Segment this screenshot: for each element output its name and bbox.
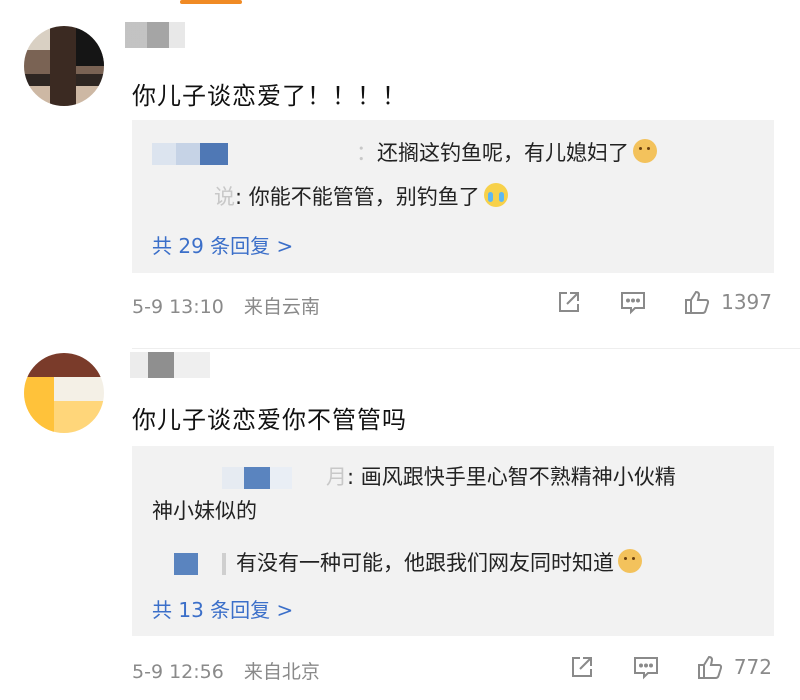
comment-location: 来自云南 xyxy=(243,296,320,318)
comment-date: 5-9 12:56 xyxy=(132,661,224,683)
comment-text: 你儿子谈恋爱了！！！！ xyxy=(132,82,407,110)
reply-text: 还搁这钓鱼呢，有儿媳妇了 xyxy=(377,141,629,165)
reply-item: 月: 画风跟快手里心智不熟精神小伙精 神小妹似的 xyxy=(152,460,756,528)
comment-item: 你儿子谈恋爱了！！！！ ：还搁这钓鱼呢，有儿媳妇了 说: 你能不能管管，别钓鱼了… xyxy=(0,18,800,349)
reply-item: ：还搁这钓鱼呢，有儿媳妇了 xyxy=(152,136,756,170)
comment-icon xyxy=(633,657,658,680)
doge-emoji xyxy=(618,549,642,573)
active-tab-indicator xyxy=(180,0,242,4)
thumbs-up-icon xyxy=(685,290,710,314)
comment-icon xyxy=(621,292,646,315)
more-replies-link[interactable]: 共 29 条回复 > xyxy=(152,230,293,259)
username-blurred[interactable] xyxy=(125,22,295,48)
share-button[interactable] xyxy=(555,288,583,316)
comment-date: 5-9 13:10 xyxy=(132,296,224,318)
reply-username-blurred[interactable] xyxy=(152,467,322,489)
doge-emoji xyxy=(633,139,657,163)
comment-text: 你儿子谈恋爱你不管管吗 xyxy=(132,406,407,434)
like-count: 1397 xyxy=(721,290,772,314)
avatar[interactable] xyxy=(24,26,104,106)
reply-username-tail: 月 xyxy=(326,465,347,489)
share-button[interactable] xyxy=(568,653,596,681)
comment-button[interactable] xyxy=(619,288,647,316)
share-icon xyxy=(571,657,592,677)
reply-text: : 你能不能管管，别钓鱼了 xyxy=(235,185,480,209)
reply-username-tail: 说 xyxy=(214,185,235,209)
comment-item: 你儿子谈恋爱你不管管吗 月: 画风跟快手里心智不熟精神小伙精 神小妹似的 有没有… xyxy=(0,350,800,700)
avatar[interactable] xyxy=(24,353,104,433)
share-icon xyxy=(559,292,580,312)
reply-text-continued: 神小妹似的 xyxy=(152,499,257,523)
comment-actions: 1397 xyxy=(519,288,772,316)
comment-actions: 772 xyxy=(532,653,772,681)
reply-username-blurred[interactable] xyxy=(152,187,210,209)
comment-location: 来自北京 xyxy=(243,661,320,683)
comment-button[interactable] xyxy=(632,653,660,681)
like-button[interactable]: 1397 xyxy=(683,288,772,316)
reply-preview-box[interactable]: 月: 画风跟快手里心智不熟精神小伙精 神小妹似的 有没有一种可能，他跟我们网友同… xyxy=(132,446,774,636)
reply-username-tail: ： xyxy=(356,141,377,165)
thumbs-up-icon xyxy=(697,655,722,679)
reply-item: 说: 你能不能管管，别钓鱼了 xyxy=(152,180,756,214)
crying-emoji xyxy=(483,183,508,207)
reply-username-blurred[interactable] xyxy=(152,553,232,575)
reply-text: 有没有一种可能，他跟我们网友同时知道 xyxy=(236,551,614,575)
reply-item: 有没有一种可能，他跟我们网友同时知道 xyxy=(152,546,756,580)
divider xyxy=(132,348,800,349)
username-blurred[interactable] xyxy=(130,352,250,378)
like-button[interactable]: 772 xyxy=(696,653,772,681)
more-replies-link[interactable]: 共 13 条回复 > xyxy=(152,594,293,623)
like-count: 772 xyxy=(733,655,772,679)
reply-preview-box[interactable]: ：还搁这钓鱼呢，有儿媳妇了 说: 你能不能管管，别钓鱼了 共 29 条回复 > xyxy=(132,120,774,273)
reply-text: : 画风跟快手里心智不熟精神小伙精 xyxy=(347,465,676,489)
comment-meta: 5-9 12:56 来自北京 xyxy=(132,657,320,684)
reply-username-blurred[interactable] xyxy=(152,143,228,165)
comment-meta: 5-9 13:10 来自云南 xyxy=(132,292,320,319)
